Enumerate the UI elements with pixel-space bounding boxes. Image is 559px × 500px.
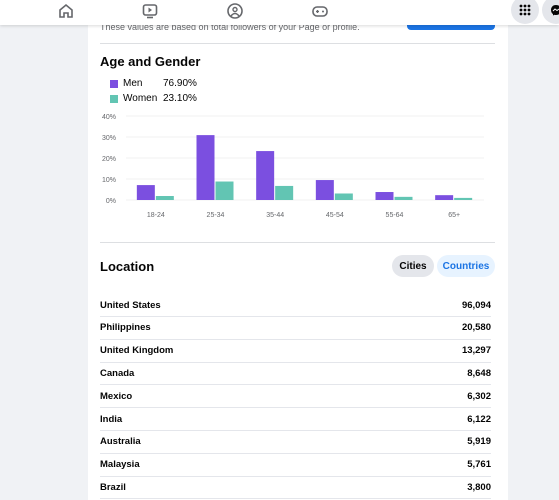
location-row: Malaysia 5,761 [100,454,491,477]
location-row: Mexico 6,302 [100,385,491,409]
bar-women-18-24[interactable] [155,196,174,200]
divider [100,43,495,44]
location-name: United States [100,299,161,311]
location-count: 8,648 [467,367,491,379]
bar-men-65+[interactable] [435,195,454,200]
location-count: 13,297 [461,345,491,357]
tab-cities[interactable]: Cities [392,255,434,277]
location-name: India [100,413,123,425]
gaming-icon[interactable] [311,2,329,20]
location-row: Australia 5,919 [100,431,491,454]
x-tick-label: 25-34 [207,212,225,219]
legend-value: 76.90% [163,78,197,89]
tab-countries[interactable]: Countries [437,255,495,277]
location-name: Australia [100,436,141,448]
location-row: Philippines 20,580 [100,317,491,340]
menu-grid-icon [519,4,531,16]
location-row: India 6,122 [100,408,491,431]
x-tick-label: 45-54 [326,212,344,219]
legend-value: 23.10% [163,93,197,104]
location-name: Brazil [100,481,126,493]
men-swatch [110,79,118,88]
video-icon[interactable] [141,2,159,20]
bar-women-55-64[interactable] [394,196,413,200]
location-row: United States 96,094 [100,294,491,317]
women-swatch [110,94,118,103]
location-name: Philippines [100,322,151,334]
location-row: United Kingdom 13,297 [100,340,491,363]
home-icon[interactable] [57,2,75,20]
location-name: United Kingdom [100,345,174,357]
x-tick-label: 65+ [448,212,460,219]
messenger-icon [551,5,559,16]
location-count: 3,800 [467,481,491,493]
bar-men-18-24[interactable] [136,185,155,200]
location-count: 20,580 [461,322,491,334]
bar-men-25-34[interactable] [196,135,215,200]
bar-men-35-44[interactable] [256,151,275,200]
age-gender-chart: 0% 10% 20% 30% 40% 18-24 25-34 35-44 45-54 55-64 6… [102,114,484,219]
menu-grid-button[interactable] [511,0,539,24]
bar-women-45-54[interactable] [334,193,353,200]
location-count: 96,094 [461,299,491,311]
bar-men-45-54[interactable] [315,180,334,200]
divider [100,242,495,243]
y-tick-label: 40% [102,114,116,121]
legend-women: Women 23.10% [110,93,197,104]
location-name: Malaysia [100,459,140,471]
location-name: Canada [100,367,135,379]
location-name: Mexico [100,390,133,402]
groups-icon[interactable] [226,2,244,20]
legend-label: Women [123,93,158,104]
audience-card: These values are based on total follower… [88,0,508,500]
x-tick-label: 35-44 [266,212,284,219]
legend-men: Men 76.90% [110,78,197,89]
location-row: Brazil 3,800 [100,476,491,500]
bar-women-35-44[interactable] [275,185,294,200]
legend-label: Men [123,78,143,89]
messenger-button[interactable] [542,0,559,24]
y-tick-label: 0% [106,198,116,205]
top-nav [0,0,559,25]
age-gender-title: Age and Gender [100,54,201,69]
y-tick-label: 20% [102,156,116,163]
location-count: 6,302 [467,390,491,402]
location-title: Location [100,259,155,274]
x-tick-label: 55-64 [386,212,404,219]
location-count: 6,122 [467,413,491,425]
bar-women-65+[interactable] [454,197,473,200]
y-tick-label: 10% [102,177,116,184]
location-count: 5,919 [467,436,491,448]
bar-women-25-34[interactable] [215,181,234,200]
location-count: 5,761 [467,459,491,471]
y-tick-label: 30% [102,135,116,142]
location-row: Canada 8,648 [100,362,491,386]
x-tick-label: 18-24 [147,212,165,219]
bar-men-55-64[interactable] [375,192,394,200]
